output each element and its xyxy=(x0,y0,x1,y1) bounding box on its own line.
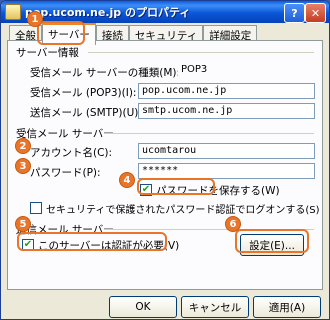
cancel-button[interactable]: キャンセル xyxy=(181,296,249,318)
tab-strip: 全般 サーバー 接続 セキュリティ 詳細設定 xyxy=(9,23,258,45)
window-title: pop.ucom.ne.jp のプロパティ xyxy=(25,6,191,19)
annotation-badge-2: 2 xyxy=(15,138,31,154)
smtp-server-input[interactable]: smtp.ucom.ne.jp xyxy=(138,103,315,119)
remember-password-checkbox[interactable]: ✔ xyxy=(140,184,152,196)
annotation-badge-6: 6 xyxy=(225,216,241,232)
annotation-badge-1: 1 xyxy=(27,11,43,27)
divider xyxy=(104,133,314,134)
password-label: パスワード(P): xyxy=(30,167,101,179)
password-input[interactable]: ****** xyxy=(138,163,315,179)
tab-servers[interactable]: サーバー xyxy=(42,23,96,45)
close-button[interactable]: ✕ xyxy=(305,3,326,23)
divider xyxy=(104,229,314,230)
pop3-server-input[interactable]: pop.ucom.ne.jp xyxy=(138,83,315,99)
annotation-badge-3: 3 xyxy=(15,158,31,174)
annotation-badge-4: 4 xyxy=(119,172,135,188)
properties-dialog: pop.ucom.ne.jp のプロパティ ? ✕ 全般 サーバー 接続 セキュ… xyxy=(0,0,330,320)
account-name-input[interactable]: ucomtarou xyxy=(138,143,315,159)
incoming-type-value: POP3 xyxy=(178,63,241,77)
mail-icon xyxy=(5,4,21,20)
pop3-label: 受信メール (POP3)(I): xyxy=(30,87,137,99)
incoming-server-heading: 受信メール サーバー xyxy=(16,128,114,140)
apply-button[interactable]: 適用(A) xyxy=(253,296,321,318)
spa-label: セキュリティで保護されたパスワード認証でログオンする(S) xyxy=(46,205,320,216)
account-name-label: アカウント名(C): xyxy=(30,147,113,159)
annotation-badge-5: 5 xyxy=(15,216,31,232)
help-button[interactable]: ? xyxy=(284,3,305,23)
title-bar: pop.ucom.ne.jp のプロパティ ? ✕ xyxy=(1,1,329,23)
smtp-label: 送信メール (SMTP)(U): xyxy=(30,107,142,119)
divider xyxy=(88,52,314,53)
outgoing-settings-button[interactable]: 設定(E)... xyxy=(240,234,304,256)
server-info-heading: サーバー情報 xyxy=(16,47,79,59)
servers-panel: サーバー情報 受信メール サーバーの種類(M): POP3 受信メール (POP… xyxy=(7,40,323,290)
auth-required-label: このサーバーは認証が必要(V) xyxy=(38,240,180,252)
incoming-type-label: 受信メール サーバーの種類(M): xyxy=(30,67,181,79)
ok-button[interactable]: OK xyxy=(109,296,177,318)
remember-password-label: パスワードを保存する(W) xyxy=(156,185,280,197)
spa-checkbox[interactable] xyxy=(30,202,42,214)
auth-required-checkbox[interactable]: ✔ xyxy=(22,239,34,251)
